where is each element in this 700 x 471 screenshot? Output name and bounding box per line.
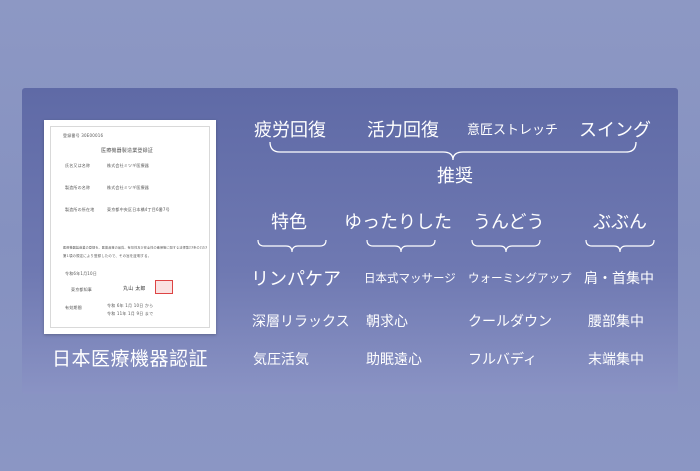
item-extremities: 末端集中: [588, 352, 644, 368]
feature-swing: スイング: [579, 120, 651, 141]
column-header-parts: ぶぶん: [593, 212, 647, 233]
feature-vitality-recovery: 活力回復: [367, 120, 439, 141]
certificate-period-from: 令和 6年 1月 10日 から: [107, 303, 154, 308]
certificate-row-label: 氏名又は名称: [65, 163, 91, 168]
certificate-body-line: 医療機器製造業の登録を、医薬品等の品質、有効性及び安全性の確保等に関する法律第2…: [63, 245, 208, 250]
item-lower-back: 腰部集中: [588, 314, 644, 330]
feature-fatigue-recovery: 疲労回復: [254, 120, 326, 141]
certificate-number: 登録番号 30E00016: [63, 133, 104, 138]
certificate-period-label: 有効期間: [65, 305, 82, 310]
column-brace: [366, 239, 436, 253]
item-sleep-aid: 助眠遠心: [366, 352, 422, 368]
certificate-issuer-name: 丸山 太郎: [123, 286, 146, 292]
item-lymph-care: リンパケア: [251, 269, 341, 290]
item-morning: 朝求心: [366, 314, 408, 330]
item-cool-down: クールダウン: [468, 314, 552, 330]
column-header-feature: 特色: [271, 212, 307, 233]
recommend-brace: [269, 141, 637, 161]
certificate-caption: 日本医療機器認証: [51, 348, 208, 370]
item-warming-up: ウォーミングアップ: [468, 271, 572, 285]
recommend-label: 推奨: [437, 166, 473, 187]
certificate-row-value: 株式会社ミツギ医療器: [107, 185, 149, 190]
certificate-border: 登録番号 30E00016 医療機器製造業登録証 氏名又は名称 株式会社ミツギ医…: [50, 126, 210, 328]
certificate-body-line: 第1項の規定により登録したので、その旨を証明する。: [63, 254, 152, 258]
certificate-row-value: 東京都中央区日本橋4丁目6番7号: [107, 207, 170, 212]
item-shoulder-neck: 肩・首集中: [584, 271, 654, 287]
item-deep-relax: 深層リラックス: [252, 314, 350, 330]
column-header-exercise: うんどう: [473, 212, 545, 233]
certificate-title: 医療機器製造業登録証: [101, 148, 154, 154]
item-air-pressure: 気圧活気: [253, 352, 309, 368]
certificate-row-label: 製造所の名称: [65, 185, 91, 190]
column-header-relaxed: ゆったりした: [344, 212, 452, 233]
column-brace: [585, 239, 655, 253]
certificate-image: 登録番号 30E00016 医療機器製造業登録証 氏名又は名称 株式会社ミツギ医…: [44, 120, 216, 334]
certificate-row-label: 製造所の所在地: [65, 207, 95, 212]
certificate-period-to: 令和 11年 1月 9日 まで: [107, 311, 154, 316]
column-brace: [471, 239, 541, 253]
column-brace: [257, 239, 327, 253]
official-seal-stamp: [155, 280, 173, 294]
feature-stretch: 意匠ストレッチ: [467, 123, 559, 138]
item-full-body: フルバディ: [468, 352, 538, 368]
certificate-issue-date: 令和6年1月10日: [65, 271, 97, 276]
item-japanese-massage: 日本式マッサージ: [364, 271, 456, 285]
certificate-issuer: 東京都知事: [71, 287, 92, 292]
certificate-row-value: 株式会社ミツギ医療器: [107, 163, 149, 168]
